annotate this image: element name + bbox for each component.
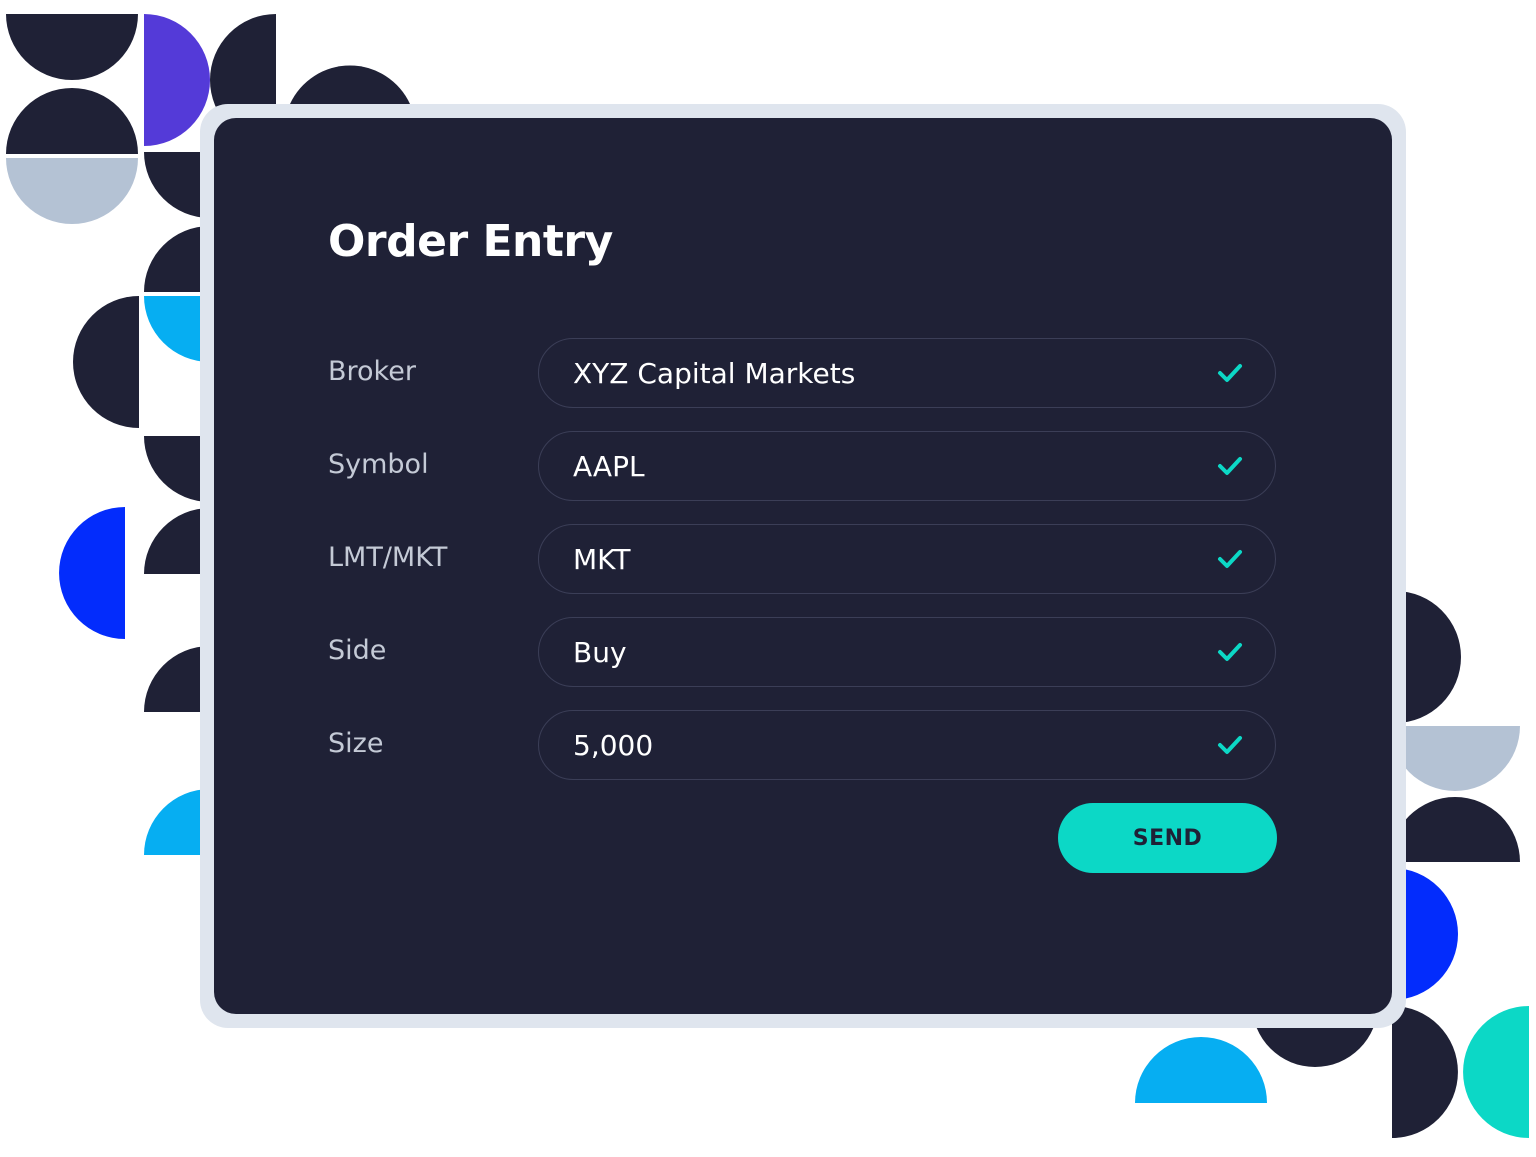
page-title: Order Entry [328, 216, 613, 267]
check-icon [1218, 736, 1242, 754]
check-icon [1218, 457, 1242, 475]
form-row-broker: Broker XYZ Capital Markets [214, 338, 1392, 410]
order-type-value: MKT [573, 543, 631, 576]
form-row-size: Size 5,000 [214, 710, 1392, 782]
form-row-side: Side Buy [214, 617, 1392, 689]
symbol-label: Symbol [328, 449, 429, 480]
order-entry-card: Order Entry Broker XYZ Capital Markets S… [214, 118, 1392, 1014]
form-row-order-type: LMT/MKT MKT [214, 524, 1392, 596]
broker-value: XYZ Capital Markets [573, 357, 856, 390]
size-field[interactable]: 5,000 [538, 710, 1276, 780]
broker-field[interactable]: XYZ Capital Markets [538, 338, 1276, 408]
side-field[interactable]: Buy [538, 617, 1276, 687]
order-type-field[interactable]: MKT [538, 524, 1276, 594]
broker-label: Broker [328, 356, 416, 387]
check-icon [1218, 364, 1242, 382]
symbol-value: AAPL [573, 450, 645, 483]
size-value: 5,000 [573, 729, 654, 762]
order-type-label: LMT/MKT [328, 542, 448, 573]
side-label: Side [328, 635, 387, 666]
send-button[interactable]: SEND [1058, 803, 1277, 873]
side-value: Buy [573, 636, 627, 669]
symbol-field[interactable]: AAPL [538, 431, 1276, 501]
form-row-symbol: Symbol AAPL [214, 431, 1392, 503]
check-icon [1218, 643, 1242, 661]
size-label: Size [328, 728, 384, 759]
check-icon [1218, 550, 1242, 568]
